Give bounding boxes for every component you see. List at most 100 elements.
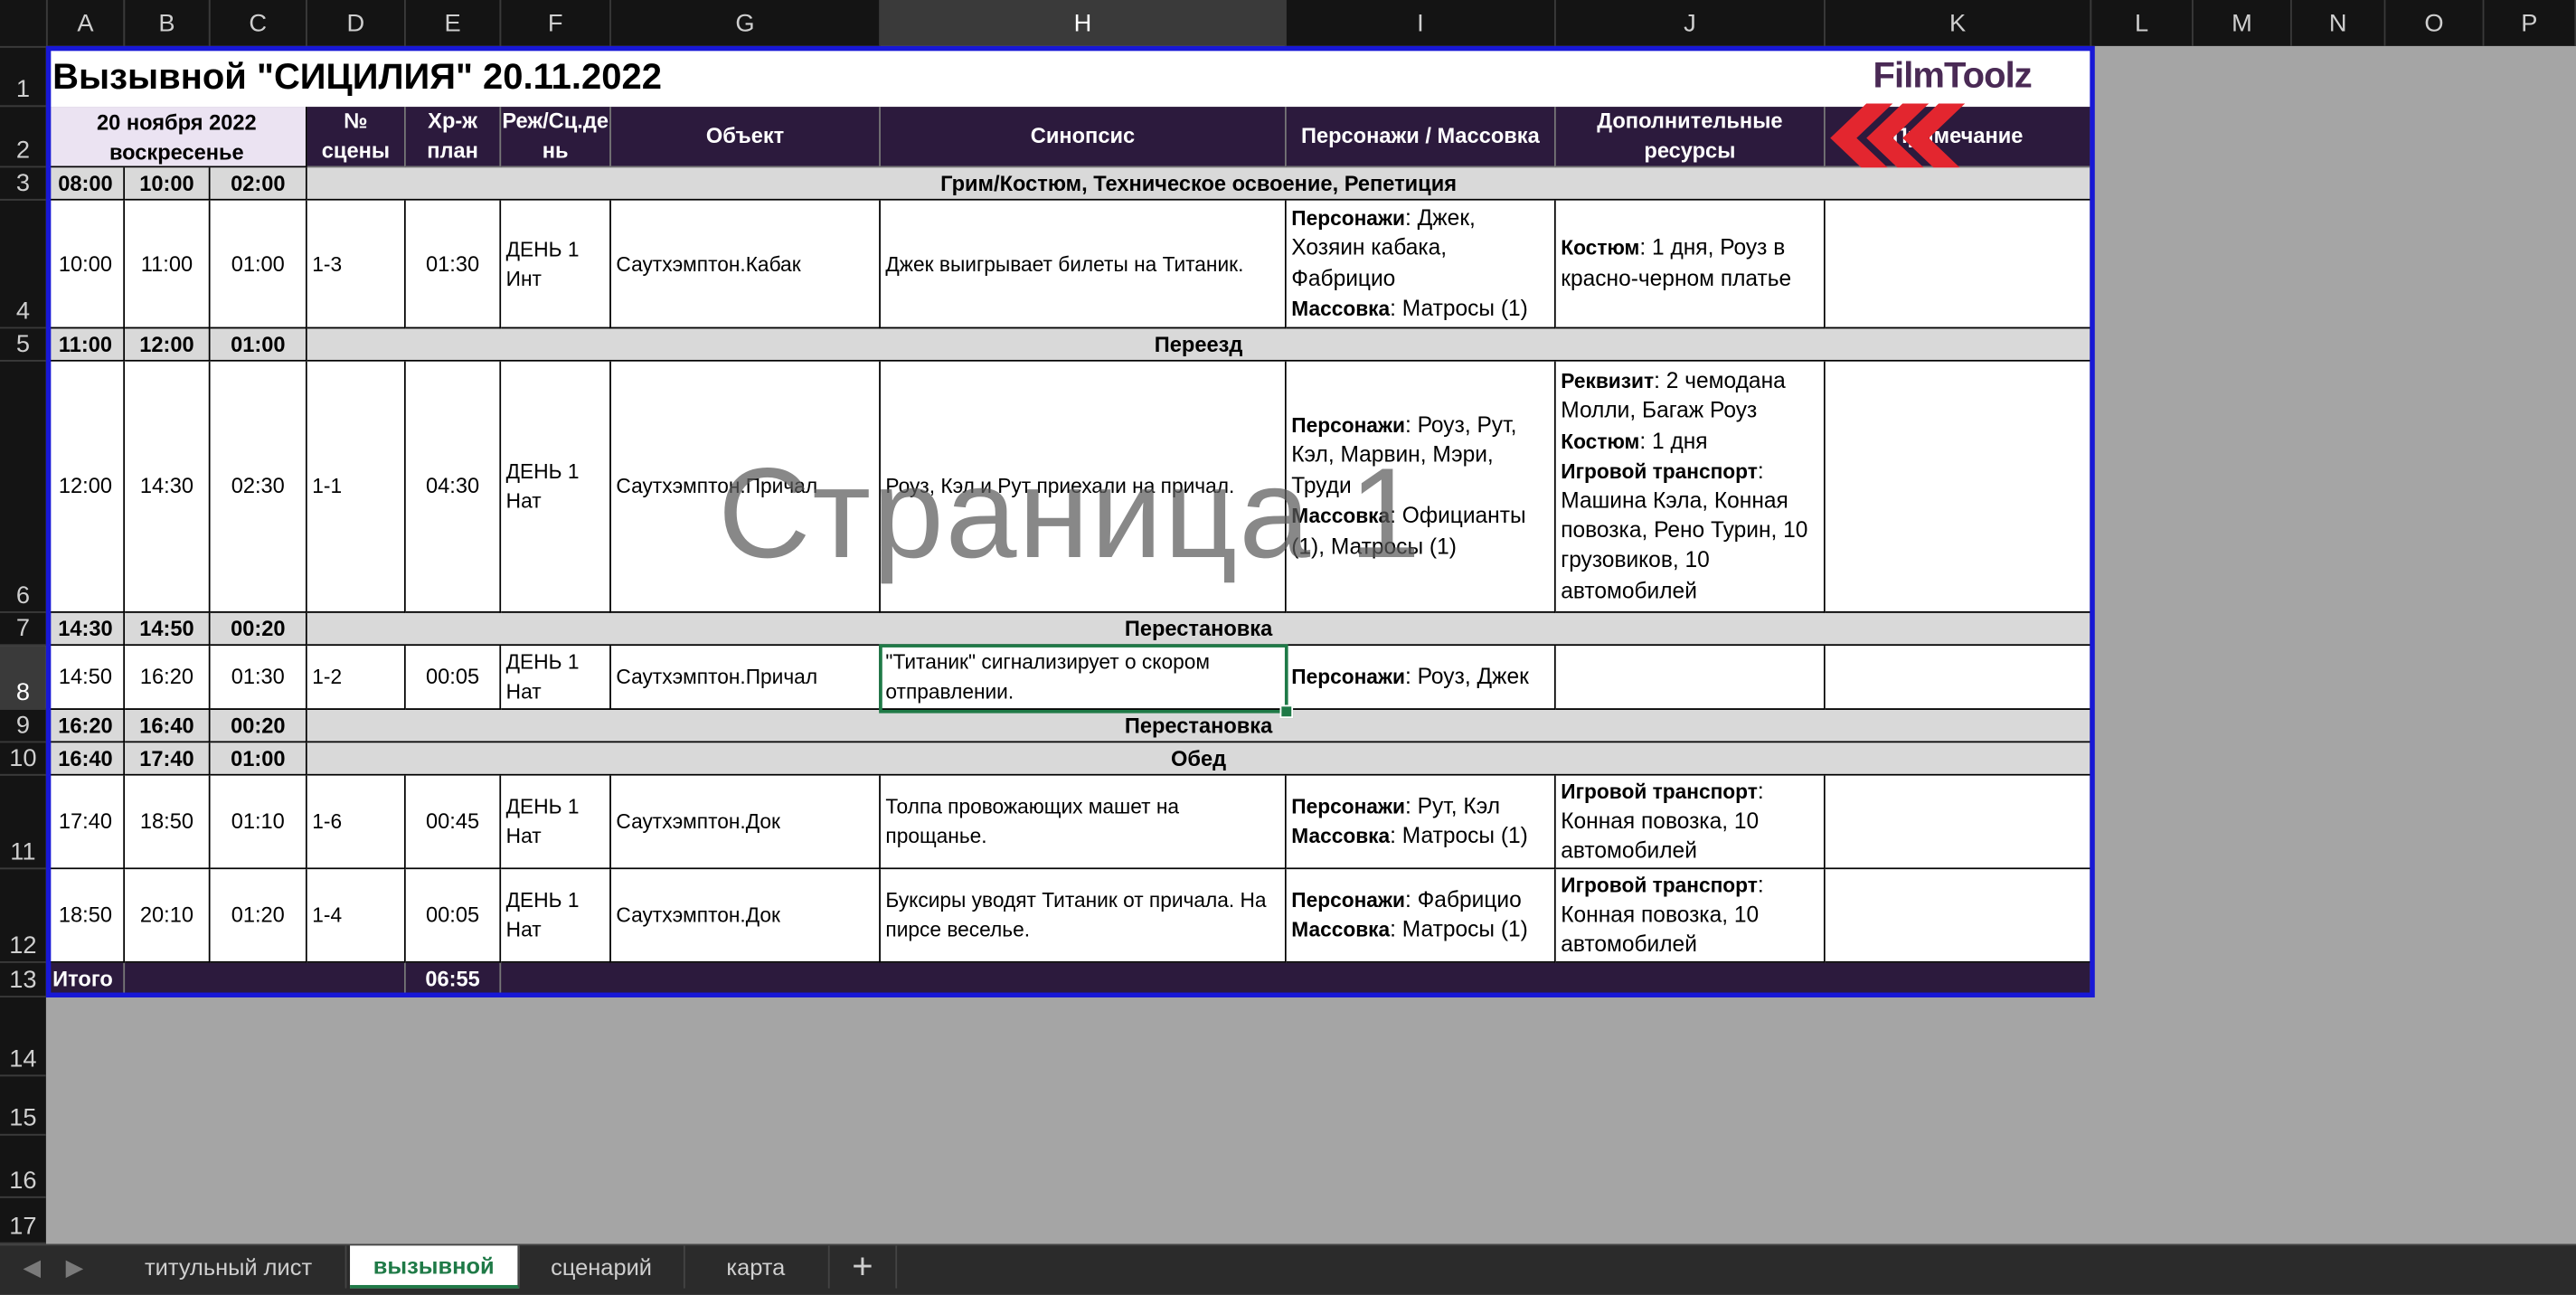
tab-call-sheet[interactable]: вызывной bbox=[350, 1245, 520, 1289]
header-resources[interactable]: Дополнительные ресурсы bbox=[1555, 107, 1826, 168]
band-duration[interactable]: 01:00 bbox=[210, 328, 307, 362]
scene-number[interactable]: 1-2 bbox=[307, 646, 406, 710]
header-characters[interactable]: Персонажи / Массовка bbox=[1286, 107, 1556, 168]
band-start-time[interactable]: 14:30 bbox=[47, 612, 126, 647]
scene-characters[interactable]: Персонажи: Роуз, Джек bbox=[1286, 646, 1556, 710]
band-label[interactable]: Переезд bbox=[307, 328, 2092, 362]
column-header-g[interactable]: G bbox=[610, 0, 881, 46]
scene-chrono[interactable]: 00:45 bbox=[405, 775, 502, 870]
scene-end-time[interactable]: 14:30 bbox=[125, 361, 211, 613]
band-label[interactable]: Перестановка bbox=[307, 612, 2092, 647]
row-header-1[interactable]: 1 bbox=[0, 47, 46, 108]
row-header-12[interactable]: 12 bbox=[0, 869, 46, 963]
scene-end-time[interactable]: 18:50 bbox=[125, 775, 211, 870]
band-start-time[interactable]: 16:40 bbox=[47, 742, 126, 776]
scene-characters[interactable]: Персонажи: Рут, Кэл Массовка: Матросы (1) bbox=[1286, 775, 1556, 870]
scene-end-time[interactable]: 11:00 bbox=[125, 200, 211, 329]
column-header-o[interactable]: O bbox=[2385, 0, 2485, 46]
column-header-k[interactable]: K bbox=[1825, 0, 2092, 46]
scene-resources[interactable] bbox=[1555, 646, 1826, 710]
band-duration[interactable]: 00:20 bbox=[210, 612, 307, 647]
band-duration[interactable]: 01:00 bbox=[210, 742, 307, 776]
band-end-time[interactable]: 16:40 bbox=[125, 709, 211, 743]
scene-resources[interactable]: Игровой транспорт: Конная повозка, 10 ав… bbox=[1555, 869, 1826, 963]
scene-synopsis[interactable]: Буксиры уводят Титаник от причала. На пи… bbox=[880, 869, 1287, 963]
row-header-11[interactable]: 11 bbox=[0, 775, 46, 870]
tab-screenplay[interactable]: сценарий bbox=[519, 1245, 685, 1289]
column-header-h[interactable]: H bbox=[880, 0, 1287, 46]
column-header-f[interactable]: F bbox=[501, 0, 611, 46]
column-header-m[interactable]: M bbox=[2193, 0, 2292, 46]
scene-duration[interactable]: 01:10 bbox=[210, 775, 307, 870]
scene-synopsis[interactable]: Джек выигрывает билеты на Титаник. bbox=[880, 200, 1287, 329]
scene-object[interactable]: Саутхэмптон.Причал bbox=[610, 646, 881, 710]
header-chrono-plan[interactable]: Хр-ж план bbox=[405, 107, 502, 168]
column-header-d[interactable]: D bbox=[307, 0, 406, 46]
scene-note[interactable] bbox=[1825, 200, 2092, 329]
tab-title-sheet[interactable]: титульный лист bbox=[112, 1245, 347, 1289]
scene-number[interactable]: 1-6 bbox=[307, 775, 406, 870]
scene-chrono[interactable]: 00:05 bbox=[405, 869, 502, 963]
band-start-time[interactable]: 16:20 bbox=[47, 709, 126, 743]
scene-duration[interactable]: 02:30 bbox=[210, 361, 307, 613]
row-header-14[interactable]: 14 bbox=[0, 997, 46, 1077]
scene-number[interactable]: 1-1 bbox=[307, 361, 406, 613]
row-header-17[interactable]: 17 bbox=[0, 1197, 46, 1244]
scene-start-time[interactable]: 18:50 bbox=[47, 869, 126, 963]
band-label[interactable]: Грим/Костюм, Техническое освоение, Репет… bbox=[307, 167, 2092, 201]
band-duration[interactable]: 02:00 bbox=[210, 167, 307, 201]
scene-number[interactable]: 1-4 bbox=[307, 869, 406, 963]
column-header-i[interactable]: I bbox=[1286, 0, 1556, 46]
scene-resources[interactable]: Игровой транспорт: Конная повозка, 10 ав… bbox=[1555, 775, 1826, 870]
row-header-6[interactable]: 6 bbox=[0, 361, 46, 613]
scene-characters[interactable]: Персонажи: Роуз, Рут, Кэл, Марвин, Мэри,… bbox=[1286, 361, 1556, 613]
scene-start-time[interactable]: 14:50 bbox=[47, 646, 126, 710]
row-header-4[interactable]: 4 bbox=[0, 200, 46, 329]
scene-end-time[interactable]: 20:10 bbox=[125, 869, 211, 963]
scene-duration[interactable]: 01:00 bbox=[210, 200, 307, 329]
scene-note[interactable] bbox=[1825, 869, 2092, 963]
scene-chrono[interactable]: 01:30 bbox=[405, 200, 502, 329]
select-all-corner[interactable] bbox=[0, 0, 48, 48]
scene-object[interactable]: Саутхэмптон.Причал bbox=[610, 361, 881, 613]
column-header-n[interactable]: N bbox=[2291, 0, 2386, 46]
scene-resources[interactable]: Реквизит: 2 чемодана Молли, Багаж Роуз Ко… bbox=[1555, 361, 1826, 613]
row-header-3[interactable]: 3 bbox=[0, 167, 46, 201]
band-end-time[interactable]: 17:40 bbox=[125, 742, 211, 776]
scene-chrono[interactable]: 00:05 bbox=[405, 646, 502, 710]
scene-mode-day[interactable]: ДЕНЬ 1 Инт bbox=[501, 200, 611, 329]
scene-characters[interactable]: Персонажи: Джек, Хозяин кабака, Фабрицио… bbox=[1286, 200, 1556, 329]
column-header-e[interactable]: E bbox=[405, 0, 502, 46]
scene-start-time[interactable]: 10:00 bbox=[47, 200, 126, 329]
band-end-time[interactable]: 12:00 bbox=[125, 328, 211, 362]
row-header-7[interactable]: 7 bbox=[0, 612, 46, 647]
header-date-cell[interactable]: 20 ноября 2022 воскресенье bbox=[47, 107, 307, 168]
column-header-a[interactable]: A bbox=[47, 0, 126, 46]
row-header-10[interactable]: 10 bbox=[0, 742, 46, 776]
row-header-5[interactable]: 5 bbox=[0, 328, 46, 362]
add-sheet-icon[interactable]: + bbox=[830, 1245, 898, 1289]
scene-synopsis[interactable]: Толпа провожающих машет на прощанье. bbox=[880, 775, 1287, 870]
band-duration[interactable]: 00:20 bbox=[210, 709, 307, 743]
tab-map[interactable]: карта bbox=[684, 1245, 830, 1289]
column-header-l[interactable]: L bbox=[2091, 0, 2194, 46]
scene-chrono[interactable]: 04:30 bbox=[405, 361, 502, 613]
row-header-15[interactable]: 15 bbox=[0, 1076, 46, 1136]
column-header-c[interactable]: C bbox=[210, 0, 307, 46]
band-label[interactable]: Обед bbox=[307, 742, 2092, 776]
scene-note[interactable] bbox=[1825, 646, 2092, 710]
scene-duration[interactable]: 01:30 bbox=[210, 646, 307, 710]
scene-synopsis[interactable]: Роуз, Кэл и Рут приехали на причал. bbox=[880, 361, 1287, 613]
band-label[interactable]: Перестановка bbox=[307, 709, 2092, 743]
band-end-time[interactable]: 14:50 bbox=[125, 612, 211, 647]
scene-characters[interactable]: Персонажи: Фабрицио Массовка: Матросы (1) bbox=[1286, 869, 1556, 963]
row-header-2[interactable]: 2 bbox=[0, 107, 46, 168]
scene-note[interactable] bbox=[1825, 361, 2092, 613]
scene-resources[interactable]: Костюм: 1 дня, Роуз в красно-черном плат… bbox=[1555, 200, 1826, 329]
header-mode-day[interactable]: Реж/Сц.де нь bbox=[501, 107, 611, 168]
scene-end-time[interactable]: 16:20 bbox=[125, 646, 211, 710]
header-synopsis[interactable]: Синопсис bbox=[880, 107, 1287, 168]
band-start-time[interactable]: 08:00 bbox=[47, 167, 126, 201]
scene-start-time[interactable]: 17:40 bbox=[47, 775, 126, 870]
scene-mode-day[interactable]: ДЕНЬ 1 Нат bbox=[501, 646, 611, 710]
